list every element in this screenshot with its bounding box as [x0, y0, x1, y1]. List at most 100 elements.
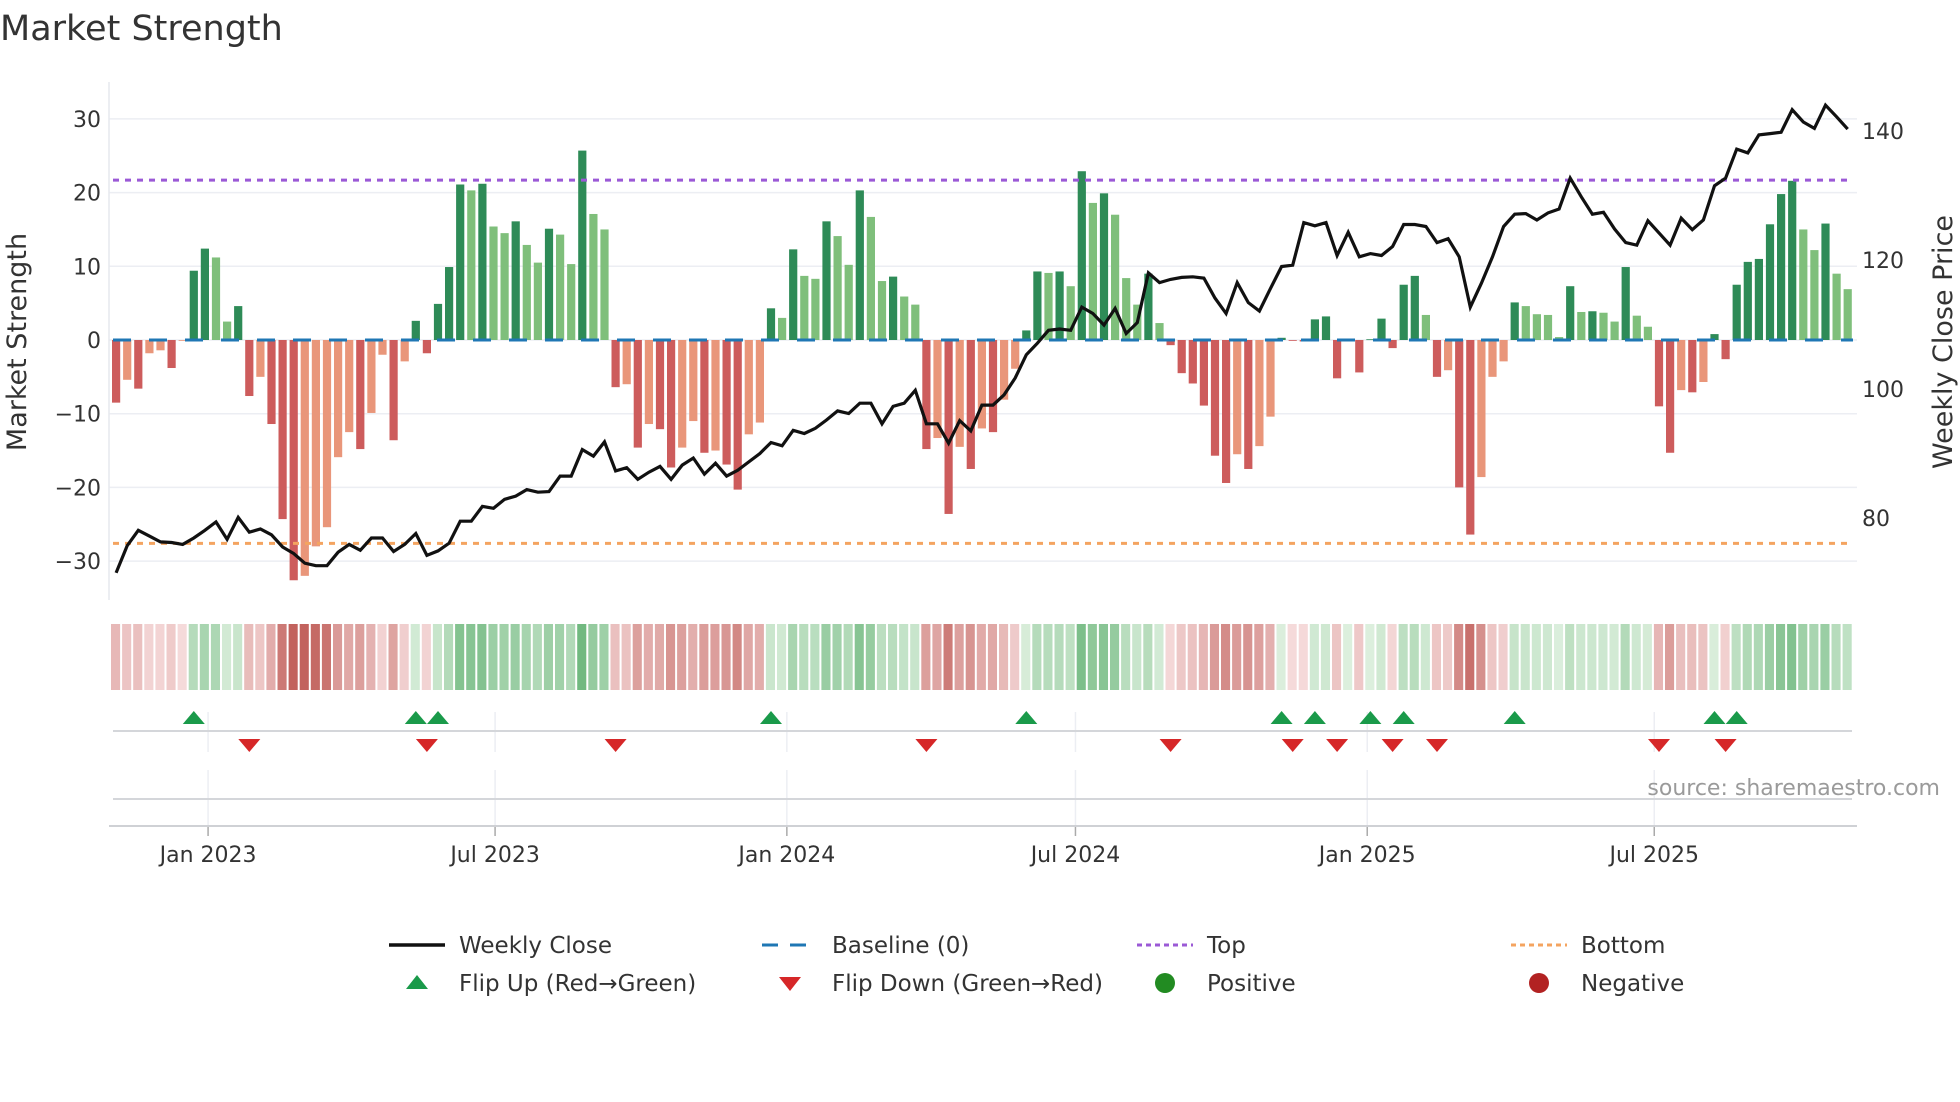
flip-up-marker: [1703, 711, 1726, 724]
positive-bar: [1566, 286, 1575, 340]
strip-cell: [1343, 624, 1353, 690]
positive-bar: [1810, 250, 1819, 340]
positive-bar: [911, 304, 920, 340]
negative-bar: [245, 340, 254, 397]
strip-cell: [388, 624, 398, 690]
negative-bar: [400, 340, 409, 362]
strip-cell: [821, 624, 831, 690]
positive-bar: [467, 190, 476, 340]
y2-tick-label: 120: [1862, 249, 1904, 274]
strip-cell: [111, 624, 121, 690]
strip-cell: [1665, 624, 1675, 690]
strip-cell: [599, 624, 609, 690]
legend: Weekly Close Baseline (0) Top Bottom Flip Up…: [389, 933, 1684, 997]
flip-up-marker: [1392, 711, 1415, 724]
legend-label: Top: [1206, 933, 1246, 959]
negative-bar: [278, 340, 287, 520]
negative-bar: [345, 340, 354, 433]
strip-cell: [233, 624, 243, 690]
negative-bar: [678, 340, 687, 448]
positive-bar: [877, 281, 887, 340]
positive-bar: [866, 216, 875, 340]
legend-item-flip_up: Flip Up (Red→Green): [406, 971, 696, 997]
strip-cell: [1354, 624, 1364, 690]
strip-cell: [166, 624, 176, 690]
flip-markers-panel: [113, 711, 1852, 826]
strip-cell: [1010, 624, 1020, 690]
strip-cell: [1209, 624, 1219, 690]
strip-cell: [1542, 624, 1552, 690]
strip-cell: [1587, 624, 1597, 690]
positive-bar: [855, 190, 864, 340]
negative-bar: [1699, 340, 1708, 383]
strip-cell: [155, 624, 165, 690]
strip-cell: [377, 624, 387, 690]
strip-cell: [333, 624, 343, 690]
legend-label: Bottom: [1581, 933, 1665, 959]
y2-tick-label: 140: [1862, 120, 1904, 145]
x-tick-label: Jul 2025: [1607, 843, 1699, 868]
positive-bar: [189, 270, 198, 340]
strip-cell: [1121, 624, 1131, 690]
strip-cell: [410, 624, 420, 690]
strip-cell: [1742, 624, 1752, 690]
y2-axis-title: Weekly Close Price: [1928, 215, 1959, 469]
flip-down-marker: [415, 739, 438, 752]
strip-cell: [255, 624, 265, 690]
strip-cell: [1287, 624, 1297, 690]
flip-down-marker: [1714, 739, 1737, 752]
strip-cell: [1198, 624, 1208, 690]
positive-bar: [533, 262, 542, 340]
negative-bar: [1466, 340, 1475, 535]
positive-bar: [511, 221, 520, 340]
positive-bar: [600, 229, 609, 340]
positive-bar: [567, 264, 576, 340]
strip-cell: [488, 624, 498, 690]
positive-bar: [223, 321, 232, 340]
negative-bar: [1244, 340, 1253, 469]
positive-bar: [1799, 229, 1808, 340]
strip-cell: [621, 624, 631, 690]
strip-cell: [1787, 624, 1797, 690]
x-tick-label: Jul 2023: [448, 843, 540, 868]
strip-cell: [199, 624, 209, 690]
strip-cell: [987, 624, 997, 690]
positive-bar: [1310, 319, 1319, 340]
negative-bar: [966, 340, 975, 469]
strip-cell: [499, 624, 509, 690]
y-tick-label: 10: [73, 255, 101, 280]
strip-cell: [721, 624, 731, 690]
y-tick-label: 30: [73, 108, 101, 133]
positive-bar: [1777, 194, 1786, 340]
strip-cell: [344, 624, 354, 690]
strip-cell: [1554, 624, 1564, 690]
strip-cell: [1431, 624, 1441, 690]
flip-up-marker: [1503, 711, 1526, 724]
positive-bar: [478, 183, 487, 340]
legend-label: Weekly Close: [459, 933, 612, 959]
negative-bar: [1199, 340, 1208, 406]
strip-cell: [1076, 624, 1086, 690]
strip-cell: [555, 624, 565, 690]
positive-bar: [822, 221, 831, 340]
y-axis-title: Market Strength: [2, 233, 33, 451]
positive-bar: [522, 244, 531, 340]
positive-bar: [1788, 180, 1797, 340]
strip-cell: [910, 624, 920, 690]
strip-cell: [144, 624, 154, 690]
strip-cell: [999, 624, 1009, 690]
negative-bar: [145, 340, 154, 354]
negative-bar: [922, 340, 931, 450]
strip-cell: [976, 624, 986, 690]
y-tick-label: −10: [55, 403, 101, 428]
strip-cell: [1731, 624, 1741, 690]
x-tick-label: Jul 2024: [1029, 843, 1121, 868]
negative-bar: [356, 340, 365, 450]
negative-bar: [156, 340, 165, 351]
strip-cell: [677, 624, 687, 690]
strip-cell: [1831, 624, 1841, 690]
x-tick-label: Jan 2025: [1317, 843, 1416, 868]
positive-bar: [1421, 314, 1430, 340]
flip-up-marker: [1270, 711, 1293, 724]
strip-cell: [177, 624, 187, 690]
